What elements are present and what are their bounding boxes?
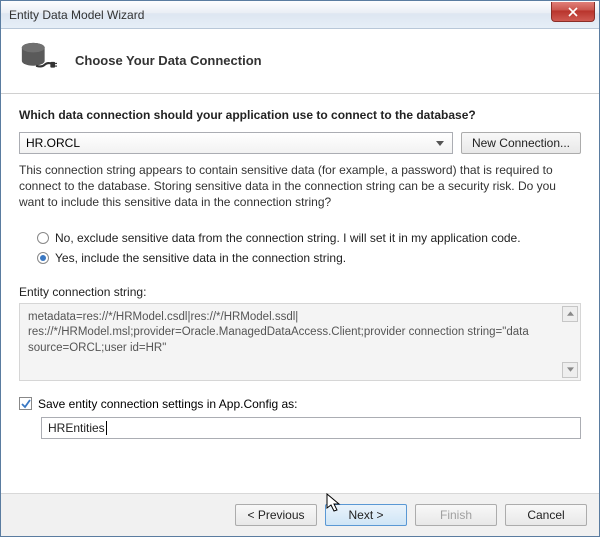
connection-string-box: metadata=res://*/HRModel.csdl|res://*/HR… (19, 303, 581, 381)
connection-dropdown[interactable]: HR.ORCL (19, 132, 453, 154)
new-connection-label: New Connection... (472, 136, 570, 150)
new-connection-button[interactable]: New Connection... (461, 132, 581, 154)
entity-name-value: HREntities (48, 421, 105, 435)
save-config-row[interactable]: Save entity connection settings in App.C… (19, 397, 581, 411)
checkbox-checked-icon[interactable] (19, 397, 32, 410)
previous-label: < Previous (247, 508, 304, 522)
connection-string-text: metadata=res://*/HRModel.csdl|res://*/HR… (28, 310, 572, 357)
entity-name-input[interactable]: HREntities (41, 417, 581, 439)
radio-exclude-label: No, exclude sensitive data from the conn… (55, 231, 521, 245)
database-plug-icon (19, 41, 57, 79)
close-icon (568, 7, 578, 17)
wizard-header: Choose Your Data Connection (1, 29, 599, 94)
scroll-up-icon[interactable] (562, 306, 578, 322)
step-title: Choose Your Data Connection (75, 53, 262, 68)
radio-exclude[interactable]: No, exclude sensitive data from the conn… (37, 231, 581, 245)
previous-button[interactable]: < Previous (235, 504, 317, 526)
chevron-down-icon (432, 136, 448, 151)
radio-include-label: Yes, include the sensitive data in the c… (55, 251, 346, 265)
sensitive-data-warning: This connection string appears to contai… (19, 162, 581, 211)
question-label: Which data connection should your applic… (19, 108, 581, 122)
scrollbar[interactable] (562, 306, 578, 378)
connection-row: HR.ORCL New Connection... (19, 132, 581, 154)
cancel-label: Cancel (527, 508, 564, 522)
connection-selected: HR.ORCL (26, 136, 80, 150)
next-label: Next > (348, 508, 383, 522)
wizard-footer: < Previous Next > Finish Cancel (1, 493, 599, 536)
finish-button: Finish (415, 504, 497, 526)
connection-string-label: Entity connection string: (19, 285, 581, 299)
radio-icon-checked (37, 252, 49, 264)
radio-icon (37, 232, 49, 244)
text-caret (106, 421, 107, 435)
scroll-down-icon[interactable] (562, 362, 578, 378)
titlebar: Entity Data Model Wizard (1, 1, 599, 29)
radio-include[interactable]: Yes, include the sensitive data in the c… (37, 251, 581, 265)
next-button[interactable]: Next > (325, 504, 407, 526)
sensitive-radio-group: No, exclude sensitive data from the conn… (37, 225, 581, 271)
cancel-button[interactable]: Cancel (505, 504, 587, 526)
window-controls (551, 1, 599, 28)
window-title: Entity Data Model Wizard (9, 8, 551, 22)
wizard-content: Which data connection should your applic… (1, 94, 599, 493)
finish-label: Finish (440, 508, 472, 522)
close-button[interactable] (551, 2, 595, 22)
save-config-label: Save entity connection settings in App.C… (38, 397, 298, 411)
wizard-window: Entity Data Model Wizard Choose Your Dat… (0, 0, 600, 537)
